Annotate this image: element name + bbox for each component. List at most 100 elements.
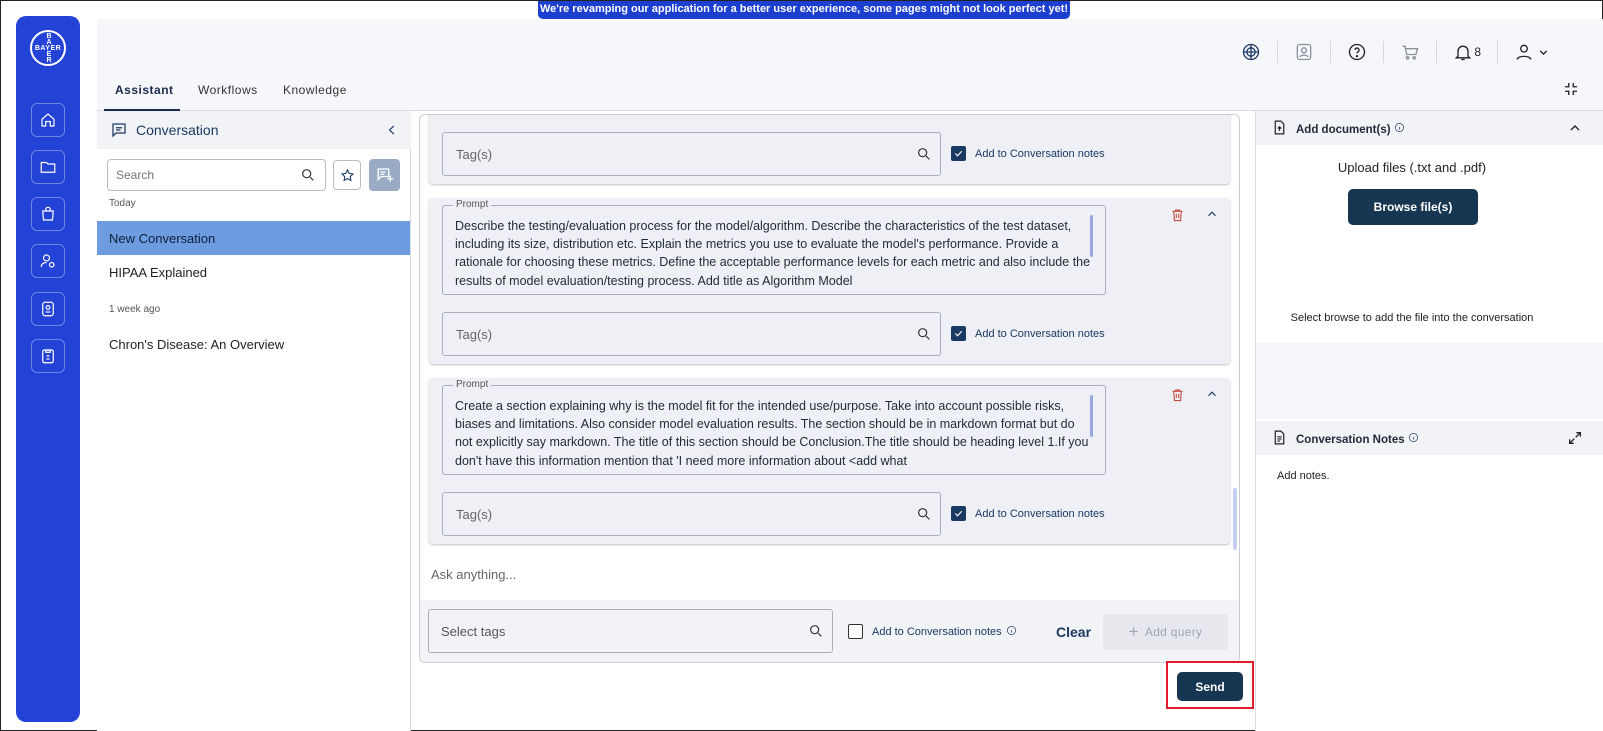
add-query-to-notes-checkbox[interactable]: Add to Conversation notes	[848, 624, 1017, 639]
select-tags-input[interactable]: Select tags	[428, 609, 833, 653]
prompt-textarea[interactable]: Prompt Create a section explaining why i…	[442, 379, 1106, 475]
top-bar: 8	[97, 19, 1603, 67]
bayer-logo[interactable]: BAYER BAER	[30, 30, 66, 66]
check-icon	[954, 150, 963, 157]
nav-files-button[interactable]	[31, 150, 65, 184]
search-input[interactable]	[116, 168, 296, 182]
prompt-card: Tag(s) Add to Conversation notes	[429, 115, 1230, 184]
editor-scrollbar[interactable]	[1233, 488, 1237, 550]
notifications-button[interactable]: 8	[1436, 41, 1497, 63]
info-icon	[1006, 625, 1017, 639]
conversation-search	[107, 159, 326, 191]
document-icon	[1271, 429, 1288, 446]
prompt-editor: Tag(s) Add to Conversation notes Prompt …	[419, 114, 1240, 663]
conversation-item[interactable]: HIPAA Explained	[97, 255, 410, 289]
notes-header: Conversation Notes	[1256, 421, 1603, 455]
chat-icon	[110, 121, 128, 139]
nav-home-button[interactable]	[31, 103, 65, 137]
ask-input[interactable]: Ask anything...	[431, 567, 516, 582]
collapse-prompt-button[interactable]	[1205, 207, 1219, 221]
star-icon	[340, 168, 354, 181]
search-icon	[808, 623, 824, 642]
nav-tasks-button[interactable]	[31, 339, 65, 373]
collapse-documents-button[interactable]	[1567, 120, 1583, 136]
search-icon[interactable]	[300, 167, 316, 183]
add-documents-header: Add document(s)	[1256, 111, 1603, 145]
bag-icon	[42, 206, 54, 221]
bell-icon	[1455, 45, 1472, 61]
revamp-banner: We're revamping our application for a be…	[538, 1, 1070, 19]
delete-prompt-button[interactable]	[1170, 387, 1186, 403]
collapse-sidebar-button[interactable]	[385, 123, 399, 137]
globe-button[interactable]	[1225, 41, 1277, 63]
notes-input[interactable]: Add notes.	[1277, 470, 1330, 482]
search-icon	[916, 506, 932, 525]
nav-profile-button[interactable]	[31, 292, 65, 326]
contact-icon	[1296, 43, 1312, 61]
collapse-prompt-button[interactable]	[1205, 387, 1219, 401]
collapse-icon	[1565, 83, 1577, 95]
add-query-button[interactable]: + Add query	[1103, 614, 1228, 650]
browse-files-button[interactable]: Browse file(s)	[1348, 189, 1478, 225]
textarea-scrollbar[interactable]	[1090, 215, 1093, 257]
add-documents-title: Add document(s)	[1296, 124, 1391, 136]
add-to-notes-checkbox[interactable]: Add to Conversation notes	[951, 146, 1105, 161]
clear-button[interactable]: Clear	[1056, 624, 1091, 640]
search-icon	[916, 326, 932, 345]
notes-title: Conversation Notes	[1296, 434, 1405, 446]
user-settings-icon	[40, 254, 55, 268]
chevron-up-icon	[1570, 125, 1580, 131]
group-label-today: Today	[109, 198, 136, 209]
conversation-header: Conversation	[97, 111, 411, 149]
tag-input[interactable]: Tag(s)	[442, 312, 941, 356]
nav-shop-button[interactable]	[31, 197, 65, 231]
file-upload-icon	[1271, 119, 1288, 136]
tab-assistant[interactable]: Assistant	[115, 83, 174, 97]
add-to-notes-checkbox[interactable]: Add to Conversation notes	[951, 506, 1105, 521]
chevron-left-icon	[388, 125, 395, 135]
collapse-view-button[interactable]	[1562, 80, 1580, 98]
conversation-item[interactable]: Chron's Disease: An Overview	[97, 327, 410, 361]
prompt-label: Prompt	[453, 379, 492, 390]
nav-rail: BAYER BAER	[16, 16, 80, 722]
help-button[interactable]	[1330, 41, 1383, 63]
tabs-bar: Assistant Workflows Knowledge	[97, 67, 1603, 111]
prompt-text: Create a section explaining why is the m…	[455, 399, 1089, 468]
tab-workflows[interactable]: Workflows	[198, 83, 258, 97]
prompt-text: Describe the testing/evaluation process …	[455, 219, 1091, 288]
user-menu-button[interactable]	[1497, 41, 1566, 63]
delete-prompt-button[interactable]	[1170, 207, 1186, 223]
chevron-up-icon	[1208, 211, 1216, 217]
id-badge-icon	[42, 301, 54, 317]
clipboard-icon	[42, 349, 54, 364]
help-icon	[1349, 43, 1366, 61]
prompt-card: Prompt Describe the testing/evaluation p…	[429, 198, 1230, 364]
composer-toolbar: Select tags Add to Conversation notes Cl…	[420, 600, 1239, 662]
add-to-notes-checkbox[interactable]: Add to Conversation notes	[951, 326, 1105, 341]
cart-button[interactable]	[1383, 41, 1436, 63]
documents-panel: Add document(s) Upload files (.txt and .…	[1255, 111, 1603, 731]
textarea-scrollbar[interactable]	[1090, 395, 1093, 437]
panel-divider	[1256, 343, 1603, 419]
expand-icon	[1569, 432, 1581, 444]
globe-icon	[1243, 43, 1260, 61]
send-button[interactable]: Send	[1177, 672, 1243, 701]
nav-user-settings-button[interactable]	[31, 244, 65, 278]
info-icon	[1394, 123, 1405, 136]
group-label-week: 1 week ago	[109, 304, 161, 315]
trash-icon	[1172, 389, 1183, 402]
folder-icon	[40, 161, 56, 173]
expand-notes-button[interactable]	[1567, 430, 1583, 446]
new-conversation-button[interactable]	[369, 159, 400, 191]
contact-button[interactable]	[1277, 41, 1330, 63]
prompt-textarea[interactable]: Prompt Describe the testing/evaluation p…	[442, 199, 1106, 295]
favorites-button[interactable]	[333, 160, 361, 190]
chevron-up-icon	[1208, 391, 1216, 397]
prompt-label: Prompt	[453, 199, 492, 210]
tag-input[interactable]: Tag(s)	[442, 132, 941, 176]
chevron-down-icon	[1539, 49, 1548, 55]
user-icon	[1516, 44, 1532, 60]
tab-knowledge[interactable]: Knowledge	[283, 83, 347, 97]
conversation-item[interactable]: New Conversation	[97, 221, 410, 255]
tag-input[interactable]: Tag(s)	[442, 492, 941, 536]
